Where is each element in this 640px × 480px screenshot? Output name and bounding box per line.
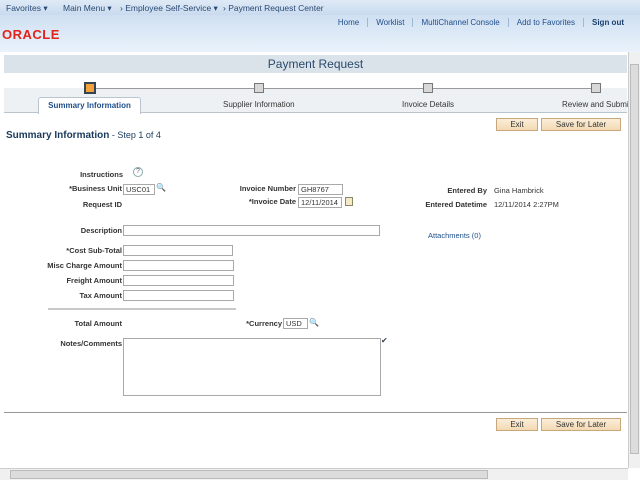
oracle-logo: ORACLE — [2, 27, 60, 42]
calendar-icon[interactable] — [345, 197, 353, 206]
step-1-marker[interactable] — [84, 82, 96, 94]
description-input[interactable] — [123, 225, 380, 236]
misc-charge-input[interactable] — [123, 260, 234, 271]
worklist-link[interactable]: Worklist — [367, 18, 413, 27]
cost-subtotal-input[interactable] — [123, 245, 233, 256]
sign-out-link[interactable]: Sign out — [583, 18, 632, 27]
notes-label: Notes/Comments — [60, 339, 122, 348]
currency-lookup-icon[interactable]: 🔍 — [309, 318, 319, 327]
total-amount-label: Total Amount — [74, 319, 123, 328]
entered-datetime-label: Entered Datetime — [425, 200, 487, 209]
save-for-later-button[interactable]: Save for Later — [541, 118, 621, 131]
step-2-marker[interactable] — [254, 83, 264, 93]
request-id-label: Request ID — [82, 200, 122, 209]
entered-datetime-value: 12/11/2014 2:27PM — [494, 200, 559, 209]
main-menu[interactable]: Main Menu ▾ — [63, 3, 112, 14]
save-for-later-button-bottom[interactable]: Save for Later — [541, 418, 621, 431]
tab-supplier-information[interactable]: Supplier Information — [223, 100, 295, 109]
invoice-number-label: Invoice Number — [239, 184, 296, 193]
notes-textarea[interactable] — [123, 338, 381, 396]
vertical-scrollbar[interactable] — [628, 52, 640, 468]
misc-charge-label: Misc Charge Amount — [47, 261, 122, 270]
multichannel-console-link[interactable]: MultiChannel Console — [412, 18, 508, 27]
freight-amount-label: Freight Amount — [66, 276, 122, 285]
step-line — [90, 88, 595, 89]
step-4-marker[interactable] — [591, 83, 601, 93]
exit-button-bottom[interactable]: Exit — [496, 418, 538, 431]
nav-bar: Favorites ▾ Main Menu ▾ › Employee Self-… — [0, 0, 640, 15]
step-indicator: - Step 1 of 4 — [109, 130, 161, 140]
attachments-link[interactable]: Attachments (0) — [428, 231, 481, 240]
favorites-menu[interactable]: Favorites ▾ — [6, 3, 48, 14]
help-icon[interactable]: ? — [133, 167, 143, 177]
instructions-label: Instructions — [80, 170, 123, 179]
spellcheck-icon[interactable]: ✔ — [381, 336, 388, 345]
exit-button[interactable]: Exit — [496, 118, 538, 131]
entered-by-label: Entered By — [447, 186, 487, 195]
step-3-marker[interactable] — [423, 83, 433, 93]
breadcrumb-payment-request-center[interactable]: › Payment Request Center — [223, 3, 324, 13]
section-title: Summary Information - Step 1 of 4 — [6, 130, 161, 141]
cost-subtotal-label: *Cost Sub-Total — [66, 246, 122, 255]
freight-amount-input[interactable] — [123, 275, 234, 286]
currency-input[interactable]: USD — [283, 318, 308, 329]
business-unit-label: *Business Unit — [69, 184, 122, 193]
home-link[interactable]: Home — [330, 18, 367, 27]
tax-amount-label: Tax Amount — [79, 291, 123, 300]
description-label: Description — [80, 226, 122, 235]
breadcrumb-employee-self-service[interactable]: › Employee Self-Service ▾ — [120, 3, 218, 14]
invoice-number-input[interactable]: GH8767 — [298, 184, 343, 195]
business-unit-input[interactable]: USC01 — [123, 184, 155, 195]
tab-review-and-submit[interactable]: Review and Submit — [562, 100, 631, 109]
currency-label: *Currency — [246, 319, 282, 328]
page-title: Payment Request — [4, 55, 627, 73]
entered-by-value: Gina Hambrick — [494, 186, 544, 195]
divider — [48, 308, 236, 310]
tab-invoice-details[interactable]: Invoice Details — [402, 100, 454, 109]
lookup-icon[interactable]: 🔍 — [156, 183, 166, 192]
invoice-date-input[interactable]: 12/11/2014 — [298, 197, 342, 208]
header: Home Worklist MultiChannel Console Add to F… — [0, 15, 640, 52]
add-to-favorites-link[interactable]: Add to Favorites — [507, 18, 583, 27]
horizontal-scrollbar[interactable] — [0, 468, 628, 480]
invoice-date-label: *Invoice Date — [248, 197, 296, 206]
tax-amount-input[interactable] — [123, 290, 234, 301]
tab-summary-information[interactable]: Summary Information — [38, 97, 141, 114]
bottom-divider — [4, 412, 627, 413]
